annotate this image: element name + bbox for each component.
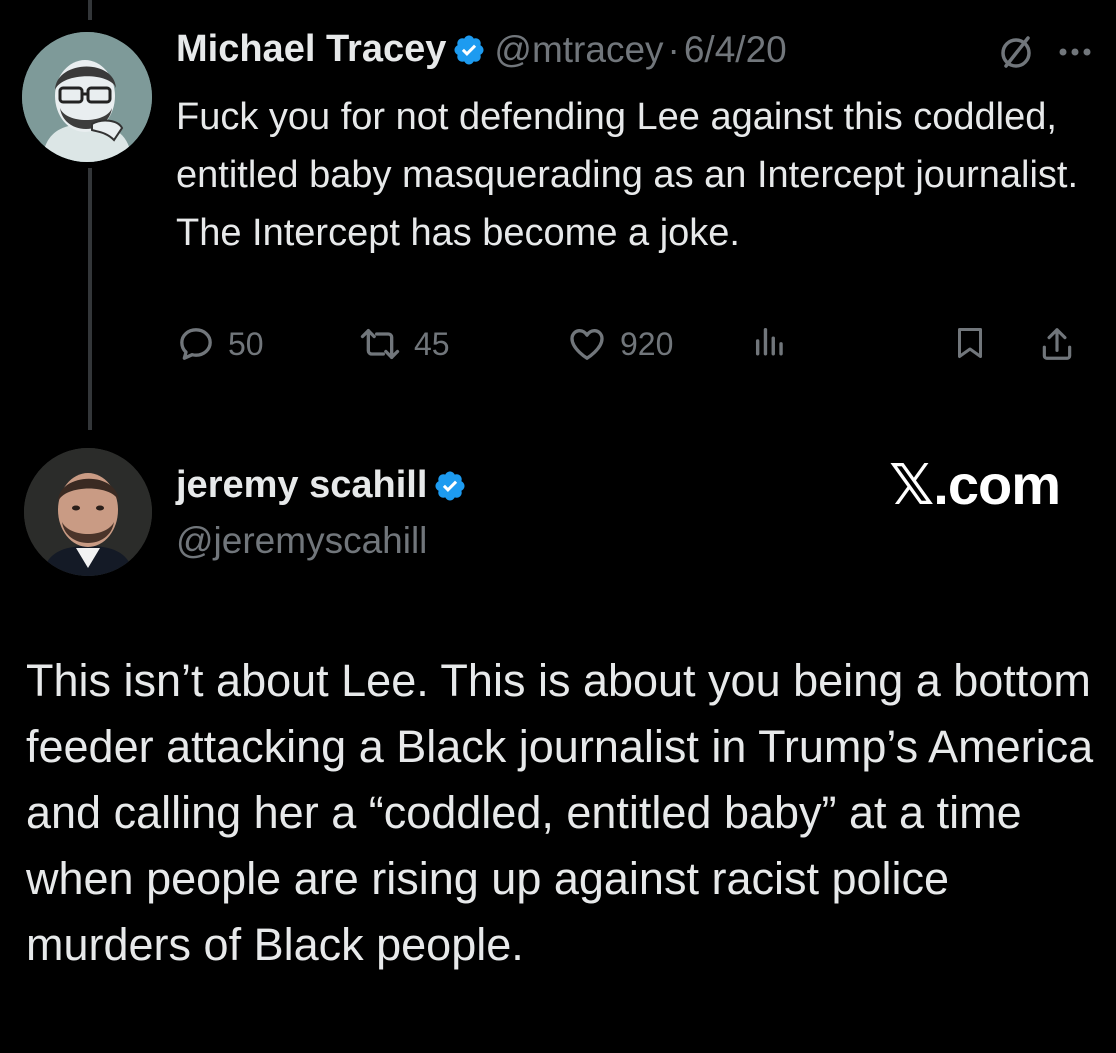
thread-connector (88, 168, 92, 430)
x-watermark: 𝕏.com (889, 453, 1061, 516)
share-button[interactable] (1038, 324, 1088, 364)
thread-connector-top (88, 0, 92, 20)
reply-button[interactable]: 50 (176, 324, 264, 364)
reply-avatar-photo (24, 448, 152, 576)
views-bar-icon (755, 327, 783, 356)
repost-count: 45 (414, 325, 450, 362)
separator-dot: · (667, 28, 680, 70)
reply-text: This isn’t about Lee. This is about you … (26, 655, 1094, 970)
author-name[interactable]: Michael Tracey (176, 28, 446, 71)
reply-count: 50 (228, 325, 264, 362)
share-icon (1042, 328, 1072, 360)
reply-author-name[interactable]: jeremy scahill (176, 464, 427, 507)
bookmark-button[interactable] (952, 324, 1000, 362)
tweet-actions: 50 45 920 (176, 324, 1086, 374)
tweet-header: Michael Tracey @mtracey · 6/4/20 (176, 28, 787, 71)
repost-button[interactable]: 45 (358, 324, 450, 364)
reply-avatar[interactable] (24, 448, 152, 576)
bookmark-icon (958, 328, 982, 358)
verified-badge-icon (433, 469, 467, 503)
repost-icon (360, 329, 400, 359)
reply-icon (180, 328, 212, 360)
like-button[interactable]: 920 (566, 324, 673, 364)
reply-header: jeremy scahill (176, 464, 475, 507)
tweet-text: Fuck you for not defending Lee against t… (176, 96, 1078, 254)
like-count: 920 (620, 325, 674, 362)
reply-handle-row: @jeremyscahill (176, 520, 427, 562)
more-dots-icon[interactable] (1058, 46, 1092, 58)
author-handle[interactable]: @mtracey (494, 29, 663, 71)
heart-icon (570, 329, 604, 360)
avatar-illustration (22, 32, 152, 162)
verified-badge-icon (452, 33, 486, 67)
reply-author-handle[interactable]: @jeremyscahill (176, 520, 427, 562)
slashed-circle-icon[interactable] (996, 32, 1036, 72)
tweet-date[interactable]: 6/4/20 (684, 29, 787, 71)
avatar[interactable] (22, 32, 152, 162)
views-button[interactable] (752, 324, 798, 358)
tweet-meta-icons (996, 32, 1092, 72)
